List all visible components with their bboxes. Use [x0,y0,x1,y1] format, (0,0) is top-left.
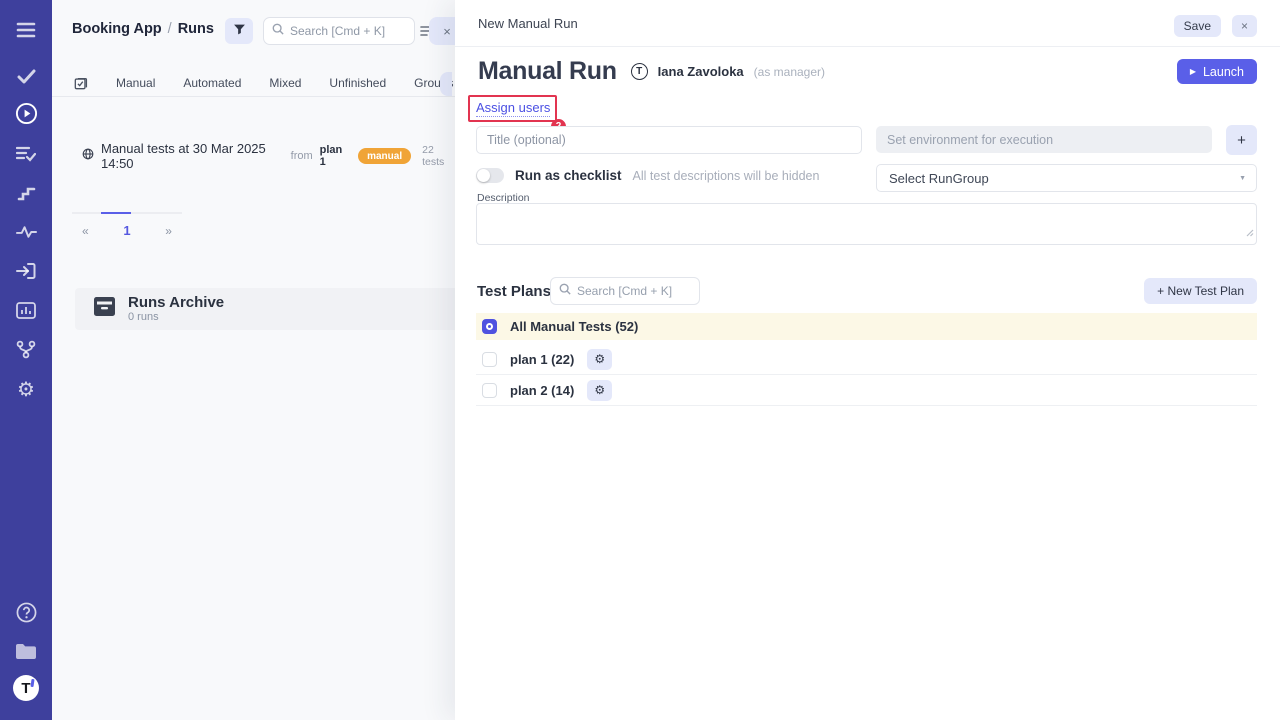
save-button[interactable]: Save [1174,15,1221,37]
tab-mixed[interactable]: Mixed [269,76,301,90]
run-plan-name: plan 1 [320,144,348,168]
tab-automated[interactable]: Automated [183,76,241,90]
sign-in-icon[interactable] [0,259,52,283]
rungroup-value: Select RunGroup [889,171,989,186]
pagination: « 1 » [72,212,182,238]
app-logo[interactable]: T [0,676,52,700]
plan-settings-button[interactable]: ⚙ [587,380,612,401]
search-icon [559,282,571,300]
tabs-edge-pill[interactable] [440,72,452,96]
test-plan-label: All Manual Tests (52) [510,319,638,334]
pagination-active-indicator [101,212,131,214]
list-check-icon[interactable] [0,141,52,165]
test-plans-search [550,277,700,305]
avatar: T [631,63,648,80]
runs-search [263,17,415,45]
launch-button[interactable]: ▶ Launch [1177,59,1257,84]
tab-unfinished[interactable]: Unfinished [329,76,386,90]
search-input[interactable] [290,24,406,38]
tab-manual[interactable]: Manual [116,76,155,90]
manual-badge: manual [358,148,411,164]
test-plans-heading: Test Plans [477,283,551,300]
pagination-next-button[interactable]: » [165,224,172,238]
gear-icon[interactable]: ⚙ [0,377,52,401]
logo-letter: T [21,681,30,696]
gear-icon: ⚙ [594,383,605,397]
filter-button[interactable] [225,18,253,44]
play-circle-icon[interactable] [0,101,52,125]
launch-label: Launch [1203,65,1244,79]
check-icon[interactable] [0,64,52,88]
checklist-label: Run as checklist [515,168,622,183]
plan-settings-button[interactable]: ⚙ [587,349,612,370]
test-plans-list: All Manual Tests (52) plan 1 (22) ⚙ plan… [476,313,1257,406]
test-plans-search-input[interactable] [577,284,691,298]
resize-handle-icon[interactable] [1245,224,1254,242]
breadcrumb-separator: / [168,21,172,37]
checkbox-unchecked[interactable] [482,352,497,367]
checklist-row: Run as checklist All test descriptions w… [476,168,819,183]
breadcrumb: Booking App / Runs [72,21,214,37]
breadcrumb-project[interactable]: Booking App [72,21,162,37]
search-icon [272,22,284,40]
archive-count: 0 runs [128,311,224,323]
pagination-track [72,212,182,214]
run-tests-count: 22 tests [422,144,455,168]
funnel-icon [233,23,246,39]
test-plan-label: plan 1 (22) [510,352,574,367]
steps-icon[interactable] [0,181,52,205]
globe-icon [82,147,94,165]
assign-users-link[interactable]: Assign users [476,100,550,117]
folder-icon[interactable] [0,639,52,663]
runs-archive-row[interactable]: Runs Archive 0 runs [75,288,455,330]
modal-header: New Manual Run Save × [455,0,1280,47]
run-title-input[interactable] [476,126,862,154]
archive-box-icon [93,296,116,322]
owner-name: Iana Zavoloka [658,64,744,79]
test-plan-label: plan 2 (14) [510,383,574,398]
hamburger-menu-icon[interactable] [0,18,52,42]
test-plan-row-all-manual[interactable]: All Manual Tests (52) [476,313,1257,340]
gear-icon: ⚙ [594,352,605,366]
git-branch-icon[interactable] [0,337,52,361]
runs-tabs: Manual Automated Mixed Unfinished Groups [52,70,455,97]
checklist-hint: All test descriptions will be hidden [633,169,820,183]
select-all-icon[interactable] [74,76,88,90]
activity-icon[interactable] [0,220,52,244]
logo-circle: T [13,675,39,701]
chevron-down-icon: ▼ [1239,175,1246,182]
archive-title: Runs Archive [128,295,224,312]
pagination-prev-button[interactable]: « [82,224,89,238]
modal-title: New Manual Run [478,16,578,31]
new-test-plan-button[interactable]: + New Test Plan [1144,278,1257,304]
close-icon[interactable]: × [1232,15,1257,37]
logo-accent [30,679,34,687]
add-environment-button[interactable]: + [1226,125,1257,155]
new-manual-run-modal: New Manual Run Save × Manual Run T Iana … [455,0,1280,720]
run-as-checklist-toggle[interactable] [476,168,504,183]
pagination-page-1[interactable]: 1 [123,223,130,238]
checkbox-ring [486,323,493,330]
runs-list-panel: Booking App / Runs × Manual Automated M [52,0,455,720]
app-screen: ⚙ T Booking App / Runs [0,0,1280,720]
environment-input[interactable] [876,126,1212,153]
description-textarea[interactable] [476,203,1257,245]
test-plan-row-plan-2[interactable]: plan 2 (14) ⚙ [476,375,1257,406]
rungroup-select[interactable]: Select RunGroup ▼ [876,164,1257,192]
run-from-label: from [291,150,313,162]
page-title: Manual Run [478,57,617,86]
checkbox-unchecked[interactable] [482,383,497,398]
run-list-item[interactable]: Manual tests at 30 Mar 2025 14:50 from p… [82,141,455,171]
breadcrumb-current: Runs [178,21,214,37]
checkbox-checked[interactable] [482,319,497,334]
run-title: Manual tests at 30 Mar 2025 14:50 [101,141,281,171]
help-circle-icon[interactable] [0,600,52,624]
play-icon: ▶ [1190,68,1196,76]
sidebar: ⚙ T [0,0,52,720]
test-plan-row-plan-1[interactable]: plan 1 (22) ⚙ [476,344,1257,375]
toggle-knob [477,169,490,182]
owner-role: (as manager) [754,65,825,79]
bar-chart-icon[interactable] [0,298,52,322]
run-heading-row: Manual Run T Iana Zavoloka (as manager) [478,57,825,86]
